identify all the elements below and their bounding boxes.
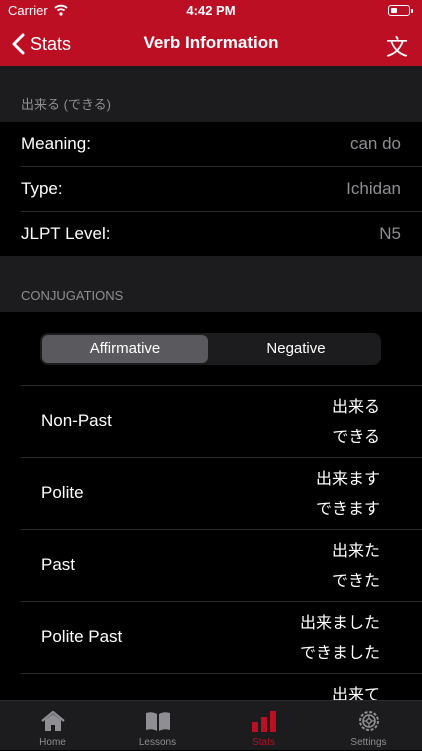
- book-icon: [146, 712, 170, 731]
- tab-label: Home: [39, 737, 66, 748]
- conjugation-row: Polite 出来ます できます: [21, 457, 422, 530]
- detail-key: Meaning:: [21, 134, 91, 153]
- detail-value: N5: [379, 224, 401, 243]
- navigation-bar: Stats Verb Information 文: [0, 22, 422, 66]
- tab-stats[interactable]: Stats: [211, 701, 316, 751]
- conjugation-row: Polite Past 出来ました できました: [21, 601, 422, 674]
- detail-key: Type:: [21, 179, 63, 198]
- clock: 4:42 PM: [186, 3, 236, 18]
- conjugation-value: 出来た できた: [332, 536, 380, 596]
- conjugation-kanji: 出来ました: [299, 613, 380, 632]
- tab-label: Stats: [252, 737, 275, 748]
- conjugation-value: 出来る できる: [332, 392, 380, 452]
- tab-lessons[interactable]: Lessons: [105, 701, 210, 751]
- segment-negative[interactable]: Negative: [213, 335, 379, 363]
- conjugations-section-header: CONJUGATIONS: [0, 256, 422, 312]
- conjugation-form-label: Polite Past: [41, 627, 123, 646]
- detail-value: can do: [349, 134, 401, 153]
- conjugation-value: 出来ます できます: [316, 464, 380, 524]
- conjugation-kanji: 出来た: [331, 541, 380, 560]
- detail-key: JLPT Level:: [21, 224, 111, 243]
- conjugation-kanji: 出来て: [331, 685, 380, 701]
- status-bar: Carrier 4:42 PM: [0, 0, 422, 22]
- tab-bar: Home Lessons Stats Settings: [0, 700, 422, 750]
- segment-affirmative[interactable]: Affirmative: [42, 335, 208, 363]
- tab-label: Settings: [350, 737, 387, 748]
- conjugation-form-label: Past: [41, 555, 76, 574]
- conjugation-kana: できました: [299, 643, 380, 662]
- conjugation-row: 出来て: [21, 673, 422, 701]
- battery-icon: [388, 5, 413, 16]
- detail-value: Ichidan: [346, 179, 401, 198]
- bar-chart-icon: [252, 711, 276, 732]
- verb-section-header: 出来る (できる): [0, 66, 422, 122]
- conjugations-header-label: CONJUGATIONS: [21, 288, 124, 303]
- conjugation-kanji: 出来ます: [315, 469, 380, 488]
- conjugation-value: 出来て: [332, 680, 380, 701]
- conjugation-kana: できます: [315, 499, 380, 518]
- tab-label: Lessons: [138, 737, 177, 748]
- conjugation-form-label: Non-Past: [41, 411, 112, 430]
- tab-home[interactable]: Home: [0, 701, 105, 751]
- verb-header-label: 出来る (できる): [21, 97, 112, 112]
- kanji-toggle-button[interactable]: 文: [386, 30, 408, 62]
- conjugation-kana: できた: [331, 571, 380, 590]
- affirmative-negative-segmented-control: Affirmative Negative: [40, 333, 381, 365]
- conjugation-row: Past 出来た できた: [21, 529, 422, 602]
- tab-settings[interactable]: Settings: [316, 701, 421, 751]
- conjugation-form-label: Polite: [41, 483, 84, 502]
- detail-row-type: Type: Ichidan: [0, 167, 422, 211]
- page-title: Verb Information: [143, 33, 279, 52]
- home-icon: [41, 710, 65, 731]
- conjugation-row: Non-Past 出来る できる: [21, 385, 422, 458]
- conjugation-kana: できる: [332, 427, 380, 446]
- detail-row-meaning: Meaning: can do: [0, 122, 422, 166]
- gear-icon: [359, 711, 379, 731]
- detail-row-jlpt: JLPT Level: N5: [0, 212, 422, 256]
- conjugation-value: 出来ました できました: [300, 608, 380, 668]
- conjugation-kanji: 出来る: [331, 397, 380, 416]
